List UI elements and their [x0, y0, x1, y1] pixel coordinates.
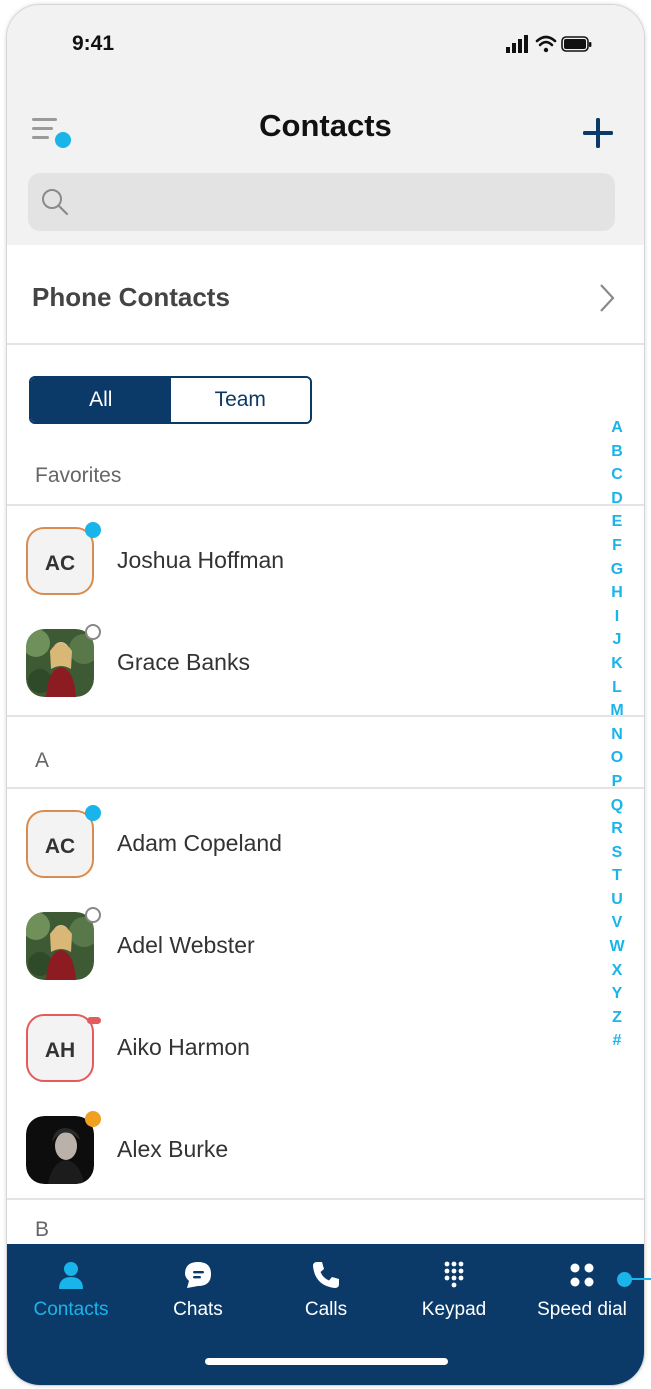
alphabet-index-letter[interactable]: L: [607, 676, 627, 700]
tab-label: Speed dial: [537, 1299, 627, 1320]
alphabet-index-letter[interactable]: Q: [607, 794, 627, 818]
add-contact-button[interactable]: [582, 117, 614, 149]
alphabet-index-letter[interactable]: G: [607, 558, 627, 582]
alphabet-index-letter[interactable]: Z: [607, 1006, 627, 1030]
filter-segmented-control: All Team: [29, 376, 312, 424]
alphabet-index-letter[interactable]: J: [607, 628, 627, 652]
alphabet-index-letter[interactable]: S: [607, 841, 627, 865]
keypad-icon: [444, 1261, 464, 1288]
presence-online-indicator: [85, 522, 101, 538]
person-icon: [59, 1262, 83, 1289]
alphabet-index-letter[interactable]: D: [607, 487, 627, 511]
alphabet-index-letter[interactable]: F: [607, 534, 627, 558]
presence-busy-indicator: [87, 1017, 101, 1024]
alphabet-index-letter[interactable]: Y: [607, 982, 627, 1006]
alphabet-index-letter[interactable]: #: [607, 1029, 627, 1053]
segment-team[interactable]: Team: [170, 378, 310, 422]
tab-bar: Contacts Chats Calls Keypad Speed dial: [7, 1244, 644, 1385]
status-time: 9:41: [72, 32, 115, 55]
section-header-favorites: Favorites: [7, 460, 644, 506]
alphabet-index-letter[interactable]: R: [607, 817, 627, 841]
status-icons: [506, 35, 592, 53]
contact-row[interactable]: Adel Webster: [7, 907, 607, 1012]
presence-offline-indicator: [85, 907, 101, 923]
contact-row[interactable]: AC Adam Copeland: [7, 805, 607, 910]
signal-icon: [506, 35, 528, 53]
section-header-a: A: [7, 715, 644, 789]
avatar: [26, 912, 94, 980]
contact-row[interactable]: AH Aiko Harmon: [7, 1014, 607, 1114]
contact-name: Alex Burke: [117, 1136, 229, 1162]
alphabet-index-letter[interactable]: W: [607, 935, 627, 959]
page-title: Contacts: [259, 108, 392, 143]
search-input[interactable]: [80, 173, 600, 231]
section-label: B: [35, 1218, 50, 1241]
tab-label: Contacts: [33, 1299, 109, 1320]
phone-contacts-row[interactable]: Phone Contacts: [7, 245, 644, 345]
avatar: [26, 1116, 94, 1184]
tab-label: Calls: [304, 1299, 348, 1320]
speed-dial-icon: [570, 1263, 594, 1287]
alphabet-index-letter[interactable]: O: [607, 746, 627, 770]
presence-offline-indicator: [85, 624, 101, 640]
alphabet-index-letter[interactable]: I: [607, 605, 627, 629]
contact-name: Adam Copeland: [117, 830, 282, 856]
contact-name: Adel Webster: [117, 932, 255, 958]
phone-icon: [313, 1262, 339, 1288]
tab-chats[interactable]: Chats: [138, 1260, 258, 1321]
header-area: 9:41 Contacts: [7, 5, 644, 245]
alphabet-index-letter[interactable]: H: [607, 581, 627, 605]
wifi-icon: [535, 35, 557, 53]
contact-row[interactable]: Grace Banks: [7, 624, 607, 729]
tab-contacts[interactable]: Contacts: [11, 1260, 131, 1321]
alphabet-index-letter[interactable]: V: [607, 911, 627, 935]
alphabet-index-letter[interactable]: K: [607, 652, 627, 676]
alphabet-index: A B C D E F G H I J K L M N O P Q R S T U V W X Y Z #: [607, 416, 627, 1053]
tab-keypad[interactable]: Keypad: [394, 1260, 514, 1321]
alphabet-index-letter[interactable]: T: [607, 864, 627, 888]
battery-icon: [561, 36, 592, 52]
alphabet-index-letter[interactable]: P: [607, 770, 627, 794]
alphabet-index-letter[interactable]: M: [607, 699, 627, 723]
contact-name: Aiko Harmon: [117, 1034, 250, 1060]
section-label: A: [35, 749, 50, 772]
chat-icon: [185, 1262, 211, 1288]
presence-online-indicator: [85, 805, 101, 821]
annotation-pointer-line: [630, 1278, 651, 1280]
segment-all[interactable]: All: [31, 378, 171, 422]
avatar: AC: [26, 527, 94, 595]
alphabet-index-letter[interactable]: X: [607, 959, 627, 983]
phone-screen: 9:41 Contacts Phone Contacts All Team Fa…: [6, 4, 645, 1386]
contact-name: Grace Banks: [117, 649, 250, 675]
contact-name: Joshua Hoffman: [117, 547, 285, 573]
chevron-right-icon: [600, 284, 615, 312]
presence-away-indicator: [85, 1111, 101, 1127]
avatar: AC: [26, 810, 94, 878]
tab-label: Keypad: [421, 1299, 487, 1320]
alphabet-index-letter[interactable]: C: [607, 463, 627, 487]
contact-row[interactable]: AC Joshua Hoffman: [7, 522, 607, 627]
tab-label: Chats: [173, 1299, 223, 1320]
alphabet-index-letter[interactable]: U: [607, 888, 627, 912]
search-bar[interactable]: [28, 173, 615, 231]
alphabet-index-letter[interactable]: N: [607, 723, 627, 747]
search-icon: [42, 189, 69, 216]
avatar: AH: [26, 1014, 94, 1082]
section-label: Favorites: [35, 464, 122, 487]
alphabet-index-letter[interactable]: A: [607, 416, 627, 440]
avatar: [26, 629, 94, 697]
alphabet-index-letter[interactable]: E: [607, 510, 627, 534]
phone-contacts-label: Phone Contacts: [32, 282, 230, 312]
home-indicator: [205, 1358, 448, 1365]
tab-calls[interactable]: Calls: [266, 1260, 386, 1321]
tab-speed-dial[interactable]: Speed dial: [522, 1260, 642, 1321]
alphabet-index-letter[interactable]: B: [607, 440, 627, 464]
